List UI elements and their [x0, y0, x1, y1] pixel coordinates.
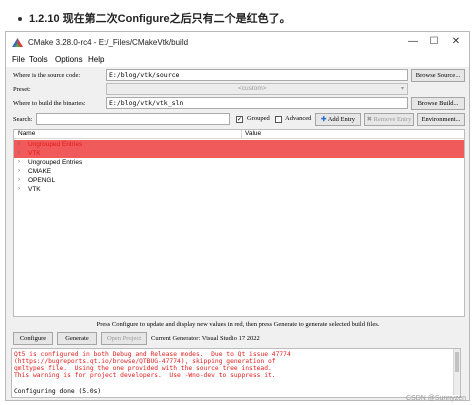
title-bar: CMake 3.28.0-rc4 - E:/_Files/CMakeVtk/bu… [6, 32, 469, 54]
chevron-right-icon[interactable]: › [18, 140, 20, 149]
advanced-label: Advanced [285, 115, 312, 122]
chevron-right-icon[interactable]: › [18, 185, 20, 194]
add-entry-button[interactable]: ✚ Add Entry [315, 113, 361, 126]
chevron-right-icon[interactable]: › [18, 176, 20, 185]
tree-row-name: Ungrouped Entries [28, 159, 83, 166]
scrollbar-thumb[interactable] [455, 352, 459, 372]
build-label: Where to build the binaries: [13, 100, 86, 107]
menu-bar: File Tools Options Help [6, 54, 469, 67]
grouped-checkbox[interactable]: ✓ [236, 116, 243, 123]
tree-row-name: Ungrouped Entries [28, 141, 83, 148]
cmake-window: CMake 3.28.0-rc4 - E:/_Files/CMakeVtk/bu… [5, 31, 470, 401]
tree-row[interactable]: › Ungrouped Entries [14, 140, 464, 149]
tree-row[interactable]: › CMAKE [14, 167, 464, 176]
chevron-down-icon: ▾ [400, 86, 404, 92]
open-project-button[interactable]: Open Project [101, 332, 147, 345]
tree-row[interactable]: › VTK [14, 149, 464, 158]
plus-icon: ✚ [321, 116, 327, 123]
menu-options[interactable]: Options [55, 55, 83, 64]
current-generator-label: Current Generator: Visual Studio 17 2022 [151, 335, 260, 342]
output-scrollbar[interactable] [453, 349, 460, 395]
heading-text: 现在第二次Configure之后只有二个是红色了。 [62, 13, 291, 25]
remove-icon: ✖ [366, 116, 373, 123]
search-input[interactable] [36, 113, 230, 125]
build-path-input[interactable]: E:/blog/vtk/vtk_sln [106, 97, 408, 109]
generate-button[interactable]: Generate [57, 332, 97, 345]
output-log[interactable]: Qt5 is configured in both Debug and Rele… [11, 348, 461, 398]
cmake-logo-icon [12, 38, 23, 47]
bullet-icon [18, 17, 22, 22]
menu-file[interactable]: File [12, 55, 25, 64]
tree-header: Name Value [14, 130, 464, 139]
column-name-header[interactable]: Name [18, 130, 35, 137]
chevron-right-icon[interactable]: › [18, 167, 20, 176]
preset-label: Preset: [13, 86, 31, 93]
warning-line-2: (https://bugreports.qt.io/browse/QTBUG-4… [14, 358, 276, 365]
chevron-right-icon[interactable]: › [18, 149, 20, 158]
warning-line-3: qmltypes file. Using the one provided wi… [14, 365, 272, 372]
environment-button[interactable]: Environment... [417, 113, 465, 126]
preset-select[interactable]: <custom> ▾ [106, 83, 408, 95]
column-value-header[interactable]: Value [245, 130, 261, 137]
add-entry-label: Add Entry [327, 116, 355, 123]
tree-row-name: CMAKE [28, 168, 52, 175]
window-title: CMake 3.28.0-rc4 - E:/_Files/CMakeVtk/bu… [28, 38, 189, 47]
minimize-button[interactable]: — [406, 36, 420, 48]
menu-tools[interactable]: Tools [29, 55, 48, 64]
watermark-text: CSDN @Sunnyzen [405, 395, 466, 402]
warning-line-4: This warning is for project developers. … [14, 372, 276, 379]
maximize-button[interactable]: ☐ [427, 36, 441, 48]
cache-tree: Name Value › Ungrouped Entries › VTK › Ungrou… [13, 129, 465, 317]
tree-row-name: OPENGL [28, 177, 56, 184]
configure-button[interactable]: Configure [13, 332, 53, 345]
remove-entry-label: Remove Entry [373, 116, 412, 123]
remove-entry-button[interactable]: ✖ Remove Entry [364, 113, 414, 126]
search-label: Search: [13, 116, 33, 123]
close-button[interactable]: ✕ [449, 36, 463, 48]
section-heading: 1.2.10 现在第二次Configure之后只有二个是红色了。 [18, 10, 291, 26]
source-path-input[interactable]: E:/blog/vtk/source [106, 69, 408, 81]
configure-done-line: Configuring done (5.0s) [14, 388, 102, 395]
menu-help[interactable]: Help [88, 55, 104, 64]
tree-row[interactable]: › OPENGL [14, 176, 464, 185]
browse-build-button[interactable]: Browse Build... [411, 97, 465, 110]
tree-row[interactable]: › VTK [14, 185, 464, 194]
advanced-checkbox[interactable] [275, 116, 282, 123]
chevron-right-icon[interactable]: › [18, 158, 20, 167]
tree-row[interactable]: › Ungrouped Entries [14, 158, 464, 167]
tree-row-name: VTK [28, 150, 41, 157]
browse-source-button[interactable]: Browse Source... [411, 69, 465, 82]
column-divider [241, 130, 242, 139]
source-label: Where is the source code: [13, 72, 81, 79]
status-text: Press Configure to update and display ne… [96, 321, 380, 328]
preset-value: <custom> [238, 85, 267, 92]
grouped-label: Grouped [247, 115, 270, 122]
tree-row-name: VTK [28, 186, 41, 193]
heading-number: 1.2.10 [29, 13, 60, 25]
warning-line-1: Qt5 is configured in both Debug and Rele… [14, 351, 291, 358]
